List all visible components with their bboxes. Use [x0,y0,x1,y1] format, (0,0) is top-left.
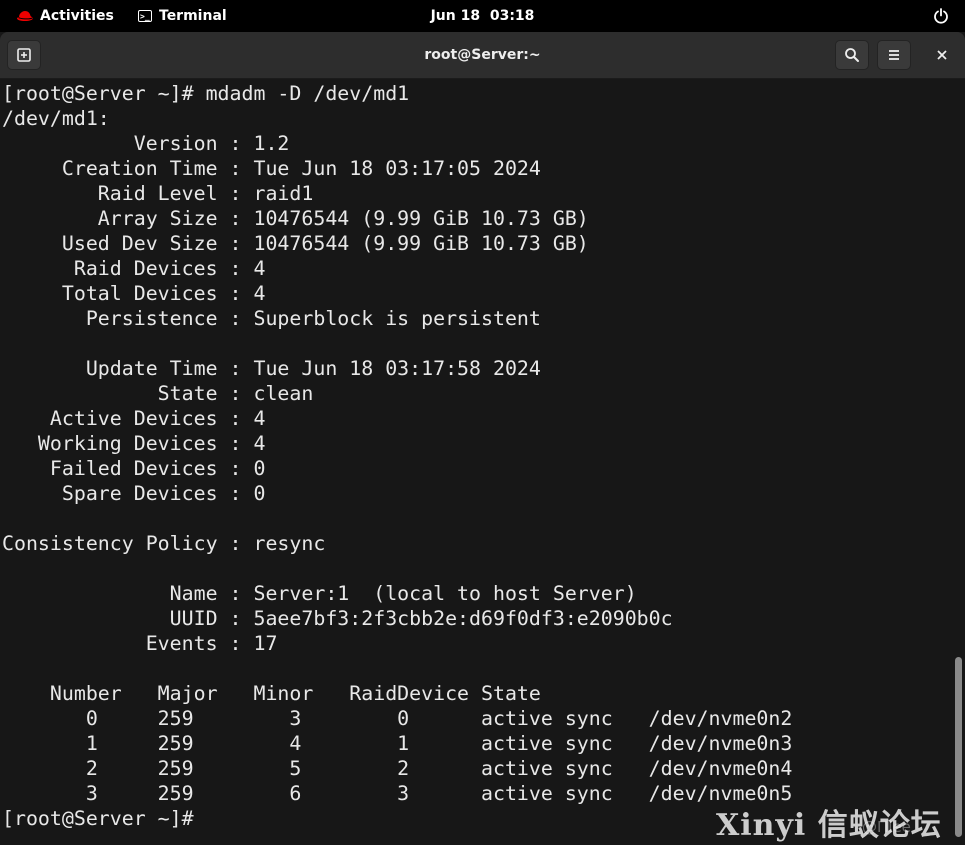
search-icon [845,48,859,62]
terminal-scrollbar[interactable] [953,79,965,845]
terminal-line: Total Devices : 4 [2,282,266,305]
terminal-line: Version : 1.2 [2,132,290,155]
terminal-line: Active Devices : 4 [2,407,266,430]
close-button[interactable] [925,40,959,70]
terminal-line: 0 259 3 0 active sync /dev/nvme0n2 [2,707,793,730]
watermark-sub: @Пlee [862,818,911,836]
terminal-line: Working Devices : 4 [2,432,266,455]
terminal-line: [root@Server ~]# mdadm -D /dev/md1 [2,82,410,105]
close-icon [937,50,947,60]
terminal-line: Persistence : Superblock is persistent [2,307,541,330]
terminal-window: root@Server:~ [root@Server ~]# mdadm -D … [0,32,965,845]
window-headerbar: root@Server:~ [0,32,965,79]
scrollbar-thumb[interactable] [955,657,962,837]
window-title: root@Server:~ [424,47,541,63]
terminal-line: Raid Level : raid1 [2,182,314,205]
terminal-line: Number Major Minor RaidDevice State [2,682,541,705]
terminal-line: Events : 17 [2,632,278,655]
app-menu-label: Terminal [159,8,227,24]
clock[interactable]: Jun 18 03:18 [431,8,535,24]
terminal-line: Name : Server:1 (local to host Server) [2,582,637,605]
new-tab-icon [17,48,31,62]
activities-button[interactable]: Activities [16,0,114,32]
terminal-line: State : clean [2,382,314,405]
search-button[interactable] [835,40,869,70]
new-tab-button[interactable] [7,40,41,70]
terminal-line: Spare Devices : 0 [2,482,266,505]
terminal-line: Raid Devices : 4 [2,257,266,280]
terminal-line: Used Dev Size : 10476544 (9.99 GiB 10.73… [2,232,589,255]
terminal-line: 1 259 4 1 active sync /dev/nvme0n3 [2,732,793,755]
terminal-output[interactable]: [root@Server ~]# mdadm -D /dev/md1/dev/m… [0,79,950,831]
terminal-line: Failed Devices : 0 [2,457,266,480]
hamburger-menu-icon [889,50,899,60]
app-menu-terminal[interactable]: >_ Terminal [138,0,227,32]
terminal-line: /dev/md1: [2,107,110,130]
power-icon[interactable] [933,8,949,24]
terminal-line: 2 259 5 2 active sync /dev/nvme0n4 [2,757,793,780]
terminal-icon: >_ [138,10,152,22]
terminal-line: UUID : 5aee7bf3:2f3cbb2e:d69f0df3:e2090b… [2,607,673,630]
redhat-logo-icon [17,11,33,21]
terminal-line: Update Time : Tue Jun 18 03:17:58 2024 [2,357,541,380]
window-title-wrap: root@Server:~ [0,32,965,78]
terminal-viewport[interactable]: [root@Server ~]# mdadm -D /dev/md1/dev/m… [0,79,950,845]
menu-button[interactable] [877,40,911,70]
terminal-line: Creation Time : Tue Jun 18 03:17:05 2024 [2,157,541,180]
gnome-top-bar: Activities >_ Terminal Jun 18 03:18 [0,0,965,32]
activities-label: Activities [40,8,114,24]
terminal-line: Consistency Policy : resync [2,532,326,555]
terminal-line: Array Size : 10476544 (9.99 GiB 10.73 GB… [2,207,589,230]
